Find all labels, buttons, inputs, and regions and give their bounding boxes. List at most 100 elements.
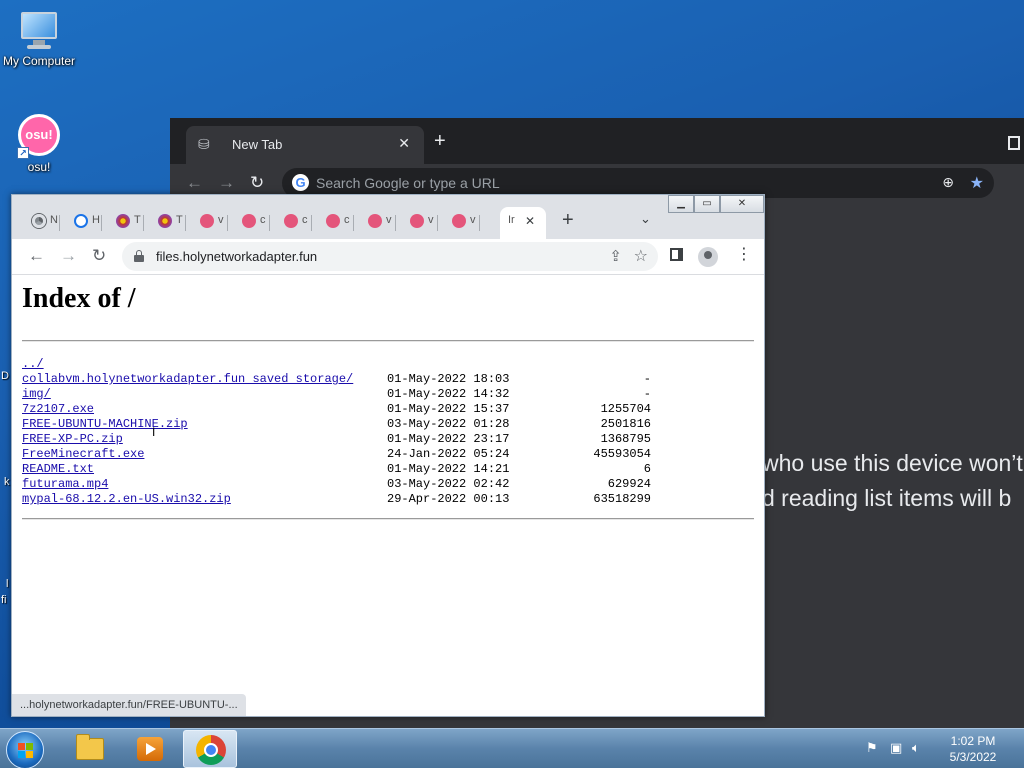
address-bar[interactable]: files.holynetworkadapter.fun ⇪ ☆ xyxy=(122,242,658,271)
close-window-button[interactable]: ✕ xyxy=(720,195,764,213)
tab-search-icon[interactable]: ⌄ xyxy=(640,211,651,227)
reload-icon[interactable]: ↻ xyxy=(92,246,106,266)
file-link[interactable]: README.txt xyxy=(22,462,94,477)
zoom-icon[interactable]: ⊕ xyxy=(942,174,954,191)
forward-icon[interactable]: → xyxy=(60,246,77,266)
side-panel-icon[interactable] xyxy=(670,248,683,261)
tab[interactable]: H xyxy=(60,207,102,239)
share-icon[interactable]: ⇪ xyxy=(609,247,622,265)
windows-logo-icon xyxy=(18,743,34,759)
file-link[interactable]: FreeMinecraft.exe xyxy=(22,447,144,462)
file-link[interactable]: ../ xyxy=(22,357,44,372)
history-icon xyxy=(74,214,88,228)
file-link[interactable]: futurama.mp4 xyxy=(22,477,108,492)
tab[interactable]: v xyxy=(396,207,438,239)
clock[interactable]: 1:02 PM 5/3/2022 xyxy=(930,733,1016,765)
back-icon[interactable]: ← xyxy=(28,246,45,266)
bookmark-star-icon[interactable]: ★ xyxy=(970,173,984,193)
back-icon[interactable]: ← xyxy=(186,173,203,193)
desktop-icon-osu[interactable]: osu! ↗ osu! xyxy=(0,114,81,174)
folder-icon xyxy=(76,734,104,760)
side-panel-icon[interactable] xyxy=(1008,136,1020,150)
osu-favicon-icon xyxy=(326,214,340,228)
shortcut-arrow-icon: ↗ xyxy=(17,147,29,159)
tab[interactable]: T xyxy=(102,207,144,239)
file-size: 1368795 xyxy=(600,432,651,446)
background-page-text: d reading list items will b xyxy=(762,485,1012,511)
osu-favicon-icon xyxy=(284,214,298,228)
browser-window[interactable]: ▁ ▭ ✕ N H T T v c c c v v v Ir ✕ + ⌄ ← →… xyxy=(11,194,765,717)
osu-favicon-icon xyxy=(368,214,382,228)
media-player-icon xyxy=(137,737,163,761)
file-size: - xyxy=(643,372,651,386)
close-tab-icon[interactable]: ✕ xyxy=(398,135,410,152)
page-content: Index of / ../ collabvm.holynetworkadapt… xyxy=(12,275,764,716)
chrome-icon xyxy=(32,214,46,228)
tab[interactable]: T xyxy=(144,207,186,239)
reload-icon[interactable]: ↻ xyxy=(250,173,264,193)
file-date: 03-May-2022 02:42 xyxy=(387,477,510,491)
volume-icon[interactable]: 🔈︎ xyxy=(912,740,920,756)
file-link[interactable]: mypal-68.12.2.en-US.win32.zip xyxy=(22,492,231,507)
file-size: 629924 xyxy=(607,477,651,491)
new-tab-button[interactable]: + xyxy=(562,209,574,232)
desktop-edge-text: fi xyxy=(1,594,7,606)
desktop-icon-label: My Computer xyxy=(2,54,76,68)
desktop-icon-label: osu! xyxy=(27,160,51,174)
maximize-button[interactable]: ▭ xyxy=(694,195,720,213)
computer-icon xyxy=(17,10,61,50)
file-link[interactable]: FREE-XP-PC.zip xyxy=(22,432,123,447)
divider xyxy=(22,340,754,342)
action-center-flag-icon[interactable]: ⚑ xyxy=(866,740,878,756)
flower-icon xyxy=(158,214,172,228)
clock-date: 5/3/2022 xyxy=(949,750,997,764)
tab[interactable]: c xyxy=(270,207,312,239)
clock-time: 1:02 PM xyxy=(950,734,996,748)
profile-avatar-icon[interactable] xyxy=(698,247,718,267)
tab[interactable]: c xyxy=(228,207,270,239)
file-date: 01-May-2022 14:21 xyxy=(387,462,510,476)
file-link[interactable]: img/ xyxy=(22,387,51,402)
start-button[interactable] xyxy=(6,731,44,768)
incognito-icon: ⛁ xyxy=(198,136,210,152)
new-tab-button[interactable]: + xyxy=(434,130,446,153)
page-title: Index of / xyxy=(22,283,136,314)
flower-icon xyxy=(116,214,130,228)
taskbar-google-chrome[interactable] xyxy=(183,730,237,768)
desktop-edge-text: D xyxy=(1,370,9,382)
bookmark-star-icon[interactable]: ☆ xyxy=(634,246,648,266)
tab-active-index[interactable]: Ir ✕ xyxy=(500,207,546,239)
minimize-button[interactable]: ▁ xyxy=(668,195,694,213)
desktop-edge-text: k xyxy=(4,476,10,488)
osu-favicon-icon xyxy=(242,214,256,228)
menu-icon[interactable]: ⋮ xyxy=(736,244,752,264)
file-link[interactable]: collabvm.holynetworkadapter.fun saved st… xyxy=(22,372,353,387)
desktop-edge-text: l xyxy=(6,578,9,590)
tab[interactable]: N xyxy=(18,207,60,239)
file-date: 01-May-2022 18:03 xyxy=(387,372,510,386)
desktop-icon-my-computer[interactable]: My Computer xyxy=(0,10,81,68)
toolbar: ← → ↻ files.holynetworkadapter.fun ⇪ ☆ ⋮ xyxy=(12,239,764,275)
text-cursor-icon: Ι xyxy=(152,425,156,439)
tab[interactable]: v xyxy=(438,207,480,239)
taskbar-media-player[interactable] xyxy=(122,730,176,768)
tab-strip: ▁ ▭ ✕ N H T T v c c c v v v Ir ✕ + ⌄ xyxy=(12,195,764,239)
close-tab-icon[interactable]: ✕ xyxy=(525,214,535,228)
taskbar-windows-explorer[interactable] xyxy=(62,730,116,768)
background-tab-new-tab[interactable]: ⛁ New Tab ✕ xyxy=(186,126,424,164)
status-bar: ...holynetworkadapter.fun/FREE-UBUNTU-..… xyxy=(12,694,246,716)
file-link[interactable]: FREE-UBUNTU-MACHINE.zip xyxy=(22,417,188,432)
file-size: 1255704 xyxy=(600,402,651,416)
tab[interactable]: v xyxy=(354,207,396,239)
taskbar: ⚑ ▣ 🔈︎ 1:02 PM 5/3/2022 xyxy=(0,728,1024,768)
network-icon[interactable]: ▣ xyxy=(890,740,902,756)
file-link[interactable]: 7z2107.exe xyxy=(22,402,94,417)
file-date: 29-Apr-2022 00:13 xyxy=(387,492,510,506)
tab[interactable]: v xyxy=(186,207,228,239)
file-size: 63518299 xyxy=(593,492,651,506)
tab[interactable]: c xyxy=(312,207,354,239)
file-size: 2501816 xyxy=(600,417,651,431)
background-page-text: who use this device won’t xyxy=(762,450,1023,476)
forward-icon[interactable]: → xyxy=(218,173,235,193)
background-tab-strip: ⛁ New Tab ✕ + xyxy=(170,118,1024,164)
